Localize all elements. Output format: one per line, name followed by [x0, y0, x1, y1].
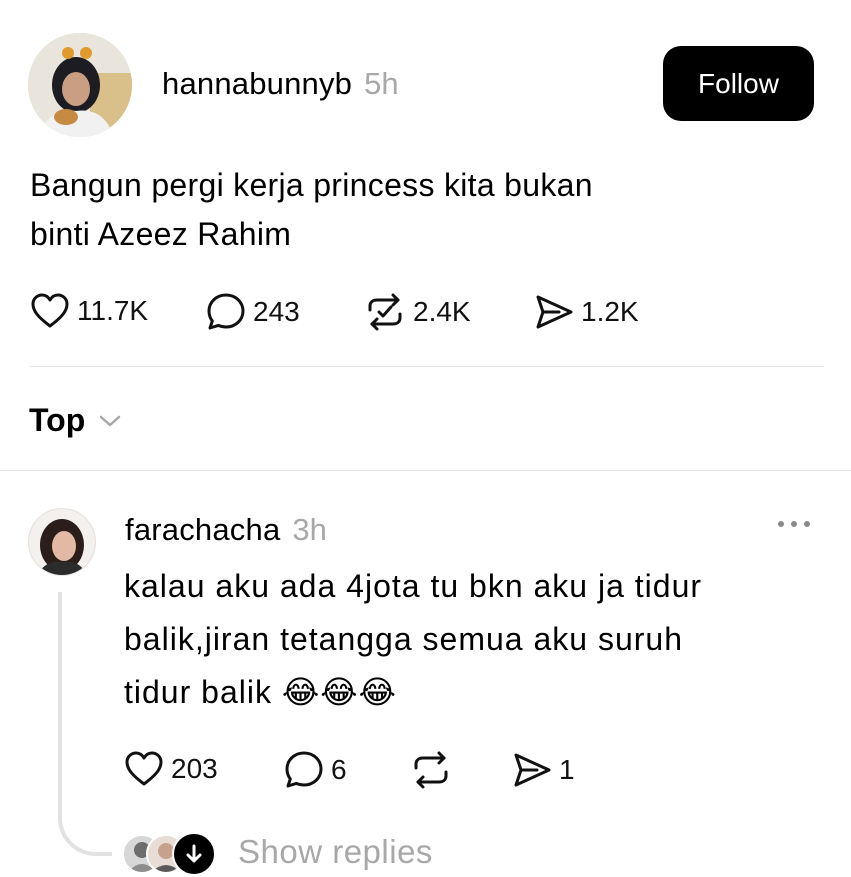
comment-text: kalau aku ada 4jota tu bkn aku ja tidur … — [124, 560, 702, 719]
sort-label: Top — [29, 402, 86, 438]
post-comment-button[interactable]: 243 — [206, 292, 300, 332]
comment-like-count: 203 — [171, 753, 218, 784]
post-like-button[interactable]: 11.7K — [30, 292, 148, 330]
post-share-count: 1.2K — [581, 296, 639, 327]
comment-author-avatar[interactable] — [28, 508, 96, 576]
comment-text-line-3: tidur balik — [124, 674, 272, 710]
send-icon — [536, 295, 573, 329]
post-username[interactable]: hannabunnyb — [162, 66, 352, 101]
post-text: Bangun pergi kerja princess kita bukan b… — [30, 161, 593, 259]
chevron-down-icon — [100, 415, 121, 426]
avatar-photo — [28, 33, 132, 137]
speech-bubble-icon — [207, 293, 245, 330]
post-share-button[interactable]: 1.2K — [534, 292, 639, 332]
sort-dropdown[interactable]: Top — [29, 402, 123, 439]
comment-username[interactable]: farachacha — [125, 512, 280, 547]
comment-author-line: farachacha 3h — [125, 512, 327, 548]
post-timestamp: 5h — [364, 66, 399, 101]
post-author-line: hannabunnyb 5h — [162, 66, 399, 102]
show-replies-link[interactable]: Show replies — [238, 833, 433, 871]
avatar-photo — [29, 509, 95, 575]
comment-text-line: tidur balik 😂😂😂 — [124, 666, 702, 719]
divider — [0, 470, 851, 471]
repost-icon — [368, 293, 402, 331]
comment-like-button[interactable]: 203 — [124, 750, 218, 788]
comment-text-line: kalau aku ada 4jota tu bkn aku ja tidur — [124, 568, 703, 604]
speech-bubble-icon — [285, 751, 323, 788]
heart-icon — [125, 751, 163, 786]
comment-reply-button[interactable]: 6 — [284, 750, 347, 790]
post-comment-count: 243 — [253, 296, 300, 327]
post-like-count: 11.7K — [77, 295, 149, 326]
expand-replies-button[interactable] — [172, 832, 216, 876]
follow-button[interactable]: Follow — [663, 46, 814, 121]
repost-icon — [414, 751, 448, 789]
arrow-down-icon — [186, 844, 202, 863]
post-text-line: Bangun pergi kerja princess kita bukan — [30, 167, 593, 203]
laughing-emoji: 😂😂😂 — [281, 674, 398, 710]
heart-icon — [31, 293, 69, 328]
post-repost-button[interactable]: 2.4K — [364, 292, 471, 332]
comment-timestamp: 3h — [292, 512, 327, 547]
more-options-button[interactable] — [776, 506, 812, 538]
more-dots-icon — [778, 521, 810, 527]
thread-line — [58, 592, 112, 856]
send-icon — [514, 753, 551, 787]
post-author-avatar[interactable] — [28, 33, 132, 137]
show-replies-row[interactable]: Show replies — [122, 830, 433, 876]
reply-avatars — [122, 830, 216, 876]
post-text-line: binti Azeez Rahim — [30, 216, 292, 252]
comment-repost-button[interactable] — [410, 750, 452, 790]
divider — [30, 366, 824, 367]
comment-text-line: balik,jiran tetangga semua aku suruh — [124, 621, 683, 657]
comment-share-button[interactable]: 1 — [512, 750, 575, 790]
comment-share-count: 1 — [559, 754, 575, 785]
comment-reply-count: 6 — [331, 754, 347, 785]
post-repost-count: 2.4K — [413, 296, 471, 327]
